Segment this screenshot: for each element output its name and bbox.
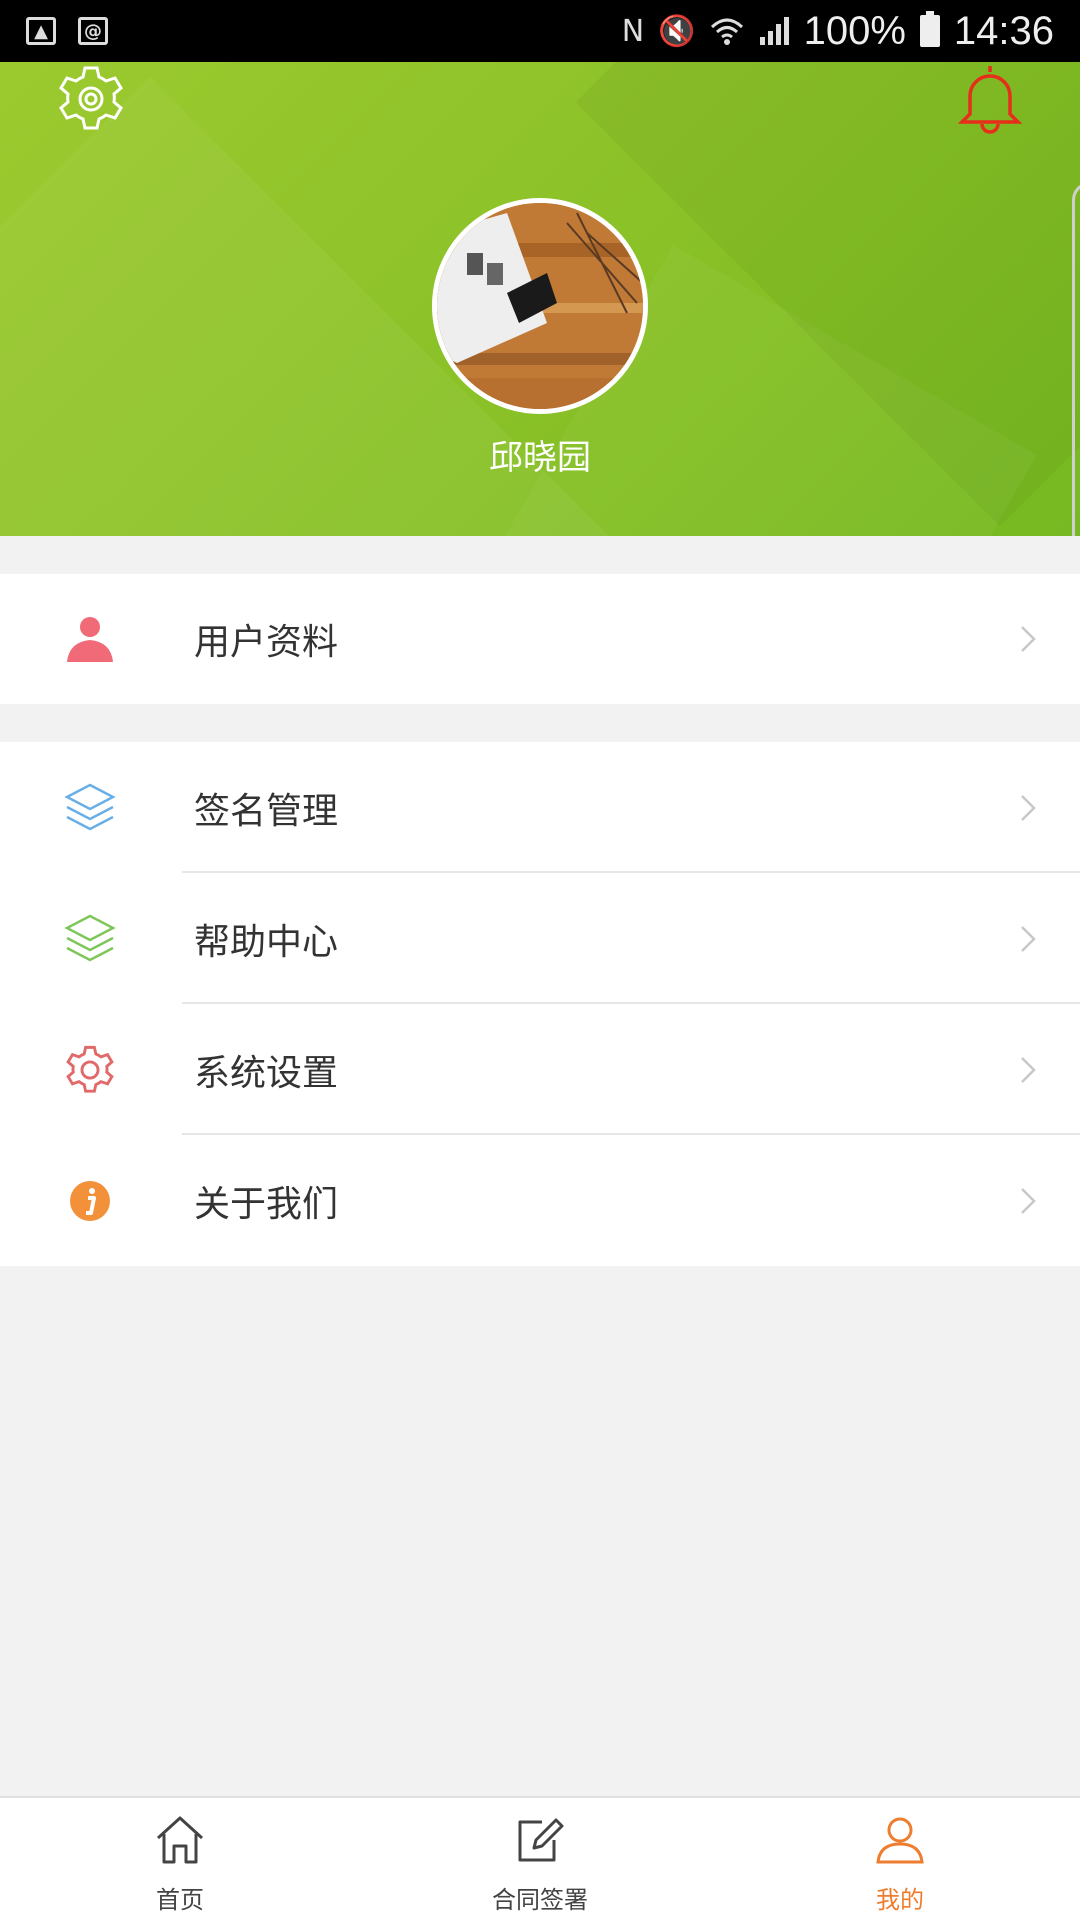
nav-contract-signing[interactable]: 合同签署 (440, 1798, 640, 1920)
menu-item-label: 帮助中心 (194, 921, 339, 963)
layers-icon (60, 909, 120, 969)
user-icon (60, 609, 120, 669)
menu-item-signature-management[interactable]: 签名管理 (0, 742, 1080, 873)
menu-item-user-profile[interactable]: 用户资料 (0, 574, 1080, 704)
bottom-navigation: 首页 合同签署 我的 (0, 1796, 1080, 1920)
username: 邱晓园 (489, 438, 591, 478)
mute-icon: 🔇 (658, 13, 696, 49)
bell-icon (957, 66, 1023, 134)
menu-item-help-center[interactable]: 帮助中心 (0, 873, 1080, 1004)
info-icon (60, 1171, 120, 1231)
edge-panel-handle[interactable] (1072, 182, 1080, 536)
nav-home[interactable]: 首页 (80, 1798, 280, 1920)
home-icon (156, 1816, 204, 1864)
wifi-icon (710, 18, 743, 45)
profile-header: 邱晓园 (0, 62, 1080, 536)
menu-group-profile: 用户资料 (0, 574, 1080, 704)
chevron-right-icon (1021, 626, 1036, 652)
avatar[interactable] (432, 198, 648, 414)
image-icon: ▲ (26, 17, 56, 45)
chevron-right-icon (1021, 1056, 1036, 1083)
menu-item-system-settings[interactable]: 系统设置 (0, 1004, 1080, 1135)
nav-label: 首页 (156, 1886, 204, 1914)
signal-icon (759, 17, 789, 45)
menu-item-label: 签名管理 (194, 790, 339, 832)
layers-icon (60, 778, 120, 838)
nav-label: 我的 (876, 1886, 924, 1914)
at-icon: @ (78, 17, 108, 45)
edit-icon (518, 1818, 564, 1862)
battery-percent: 100% (803, 8, 906, 53)
nav-label: 合同签署 (492, 1886, 588, 1914)
nav-mine[interactable]: 我的 (800, 1798, 1000, 1920)
notification-button[interactable] (952, 62, 1028, 138)
nfc-icon: N (621, 13, 645, 49)
gear-icon (60, 1040, 120, 1100)
menu-item-label: 关于我们 (194, 1183, 339, 1225)
menu-group-main: 签名管理 帮助中心 系统设置 关于我们 (0, 742, 1080, 1266)
battery-icon (919, 11, 940, 47)
chevron-right-icon (1021, 794, 1036, 821)
gear-icon (59, 66, 123, 130)
settings-button[interactable] (54, 62, 128, 136)
person-icon (876, 1817, 924, 1864)
chevron-right-icon (1021, 1187, 1036, 1214)
menu-item-about-us[interactable]: 关于我们 (0, 1135, 1080, 1266)
menu-item-label: 用户资料 (194, 622, 339, 663)
chevron-right-icon (1021, 925, 1036, 952)
menu-item-label: 系统设置 (194, 1052, 339, 1094)
status-bar: ▲ @ N 🔇 100% 14:36 (0, 0, 1080, 62)
clock: 14:36 (953, 8, 1054, 53)
